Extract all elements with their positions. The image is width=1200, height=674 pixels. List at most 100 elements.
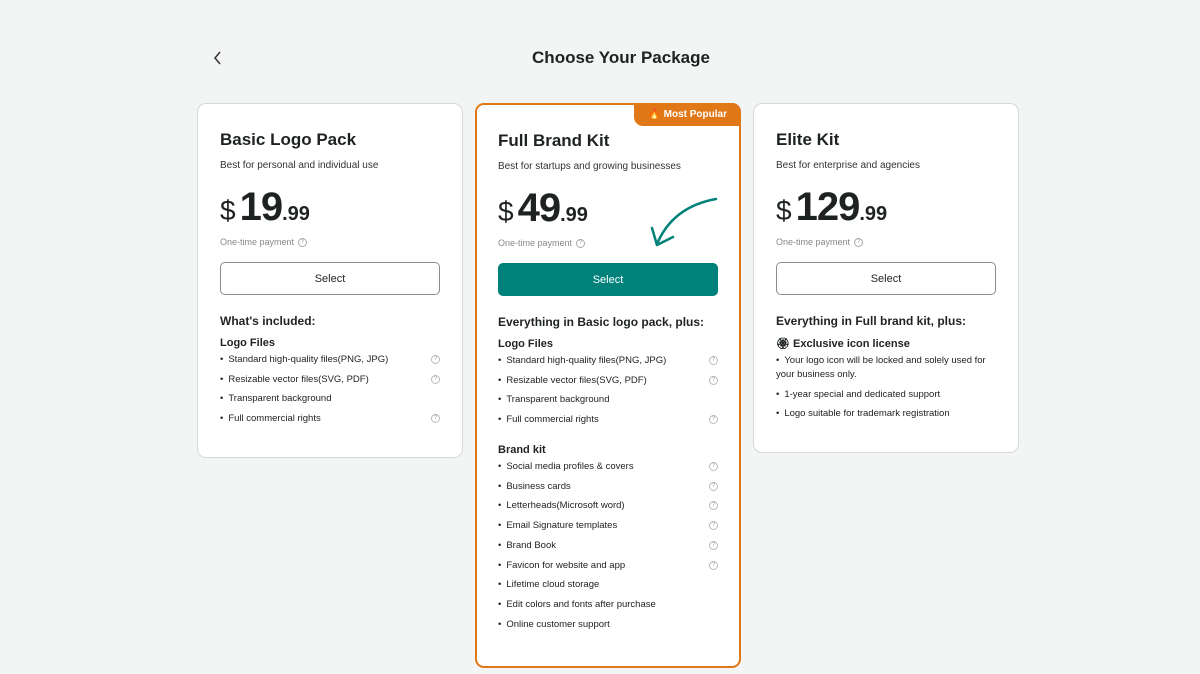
- feature-item: Business cards?: [498, 480, 718, 494]
- fire-icon: 🔥: [648, 109, 661, 120]
- select-button[interactable]: Select: [498, 263, 718, 296]
- help-icon[interactable]: ?: [709, 501, 718, 511]
- feature-text: Letterheads(Microsoft word): [498, 499, 624, 513]
- feature-text: Email Signature templates: [498, 519, 617, 533]
- plan-subtitle: Best for personal and individual use: [220, 160, 379, 171]
- feature-text: Social media profiles & covers: [498, 460, 633, 474]
- group-label: Brand kit: [498, 444, 546, 457]
- currency: $: [498, 196, 514, 227]
- plan-subtitle: Best for startups and growing businesses: [498, 161, 681, 172]
- feature-text: Transparent background: [220, 392, 331, 406]
- help-icon[interactable]: ?: [431, 355, 440, 364]
- feature-item: Edit colors and fonts after purchase: [498, 598, 718, 612]
- payment-note: One-time payment?: [220, 237, 440, 247]
- feature-text: Standard high-quality files(PNG, JPG): [498, 354, 666, 368]
- feature-list: Standard high-quality files(PNG, JPG)?Re…: [220, 353, 440, 426]
- group-label: Exclusive icon license: [793, 338, 910, 350]
- plan-name: Elite Kit: [776, 130, 840, 149]
- group-label: Logo Files: [220, 337, 275, 349]
- feature-list: Your logo icon will be locked and solely…: [776, 354, 996, 421]
- help-icon[interactable]: ?: [709, 560, 718, 570]
- feature-item: Online customer support: [498, 618, 718, 632]
- help-icon[interactable]: ?: [854, 237, 864, 247]
- help-icon[interactable]: ?: [431, 414, 440, 424]
- currency: $: [776, 195, 792, 226]
- plan-card-0: Basic Logo Pack Best for personal and in…: [197, 103, 463, 458]
- feature-item: Resizable vector files(SVG, PDF)?: [498, 374, 718, 388]
- feature-text: Logo suitable for trademark registration: [776, 407, 949, 421]
- help-icon[interactable]: ?: [709, 521, 718, 531]
- help-icon[interactable]: ?: [709, 415, 718, 425]
- help-icon[interactable]: ?: [431, 374, 440, 384]
- feature-text: Standard high-quality files(PNG, JPG): [220, 353, 388, 367]
- feature-text: Business cards: [498, 480, 570, 494]
- help-icon[interactable]: ?: [298, 237, 308, 247]
- price-dec: .99: [560, 204, 588, 226]
- plan-price: $19.99: [220, 185, 440, 229]
- feature-text: Favicon for website and app: [498, 559, 625, 573]
- group-label: Logo Files: [498, 338, 553, 350]
- feature-text: Full commercial rights: [498, 413, 598, 427]
- plan-card-2: Elite Kit Best for enterprise and agenci…: [753, 103, 1019, 453]
- price-int: 129: [795, 185, 861, 229]
- feature-group-title: Logo Files: [220, 337, 440, 349]
- feature-item: Full commercial rights?: [220, 412, 440, 426]
- feature-item: Favicon for website and app?: [498, 559, 718, 573]
- feature-item: Letterheads(Microsoft word)?: [498, 499, 718, 513]
- feature-item: Full commercial rights?: [498, 413, 718, 427]
- most-popular-badge: 🔥 Most Popular: [634, 103, 741, 126]
- feature-text: 1-year special and dedicated support: [776, 388, 940, 402]
- feature-text: Resizable vector files(SVG, PDF): [220, 373, 368, 387]
- feature-item: 1-year special and dedicated support: [776, 388, 996, 402]
- feature-item: Standard high-quality files(PNG, JPG)?: [220, 353, 440, 367]
- payment-label: One-time payment: [498, 238, 573, 248]
- plan-subtitle: Best for enterprise and agencies: [776, 160, 920, 171]
- plan-price: $129.99: [776, 185, 996, 229]
- feature-text: Your logo icon will be locked and solely…: [776, 354, 996, 382]
- payment-note: One-time payment?: [776, 237, 996, 247]
- select-button[interactable]: Select: [220, 262, 440, 295]
- price-int: 19: [239, 185, 283, 229]
- feature-list: Social media profiles & covers?Business …: [498, 460, 718, 632]
- feature-text: Full commercial rights: [220, 412, 320, 426]
- feature-item: Lifetime cloud storage: [498, 578, 718, 592]
- feature-group-title: Logo Files: [498, 338, 718, 350]
- page-title: Choose Your Package: [532, 48, 710, 67]
- feature-text: Transparent background: [498, 393, 609, 407]
- feature-item: Resizable vector files(SVG, PDF)?: [220, 373, 440, 387]
- help-icon[interactable]: ?: [709, 375, 718, 385]
- payment-label: One-time payment: [776, 237, 851, 247]
- feature-text: Online customer support: [498, 618, 610, 632]
- price-dec: .99: [282, 203, 310, 225]
- included-title: Everything in Full brand kit, plus:: [776, 314, 967, 328]
- help-icon[interactable]: ?: [709, 481, 718, 491]
- pointing-arrow-icon: [650, 197, 718, 247]
- feature-item: Logo suitable for trademark registration: [776, 407, 996, 421]
- plan-name: Basic Logo Pack: [220, 130, 357, 149]
- feature-item: Your logo icon will be locked and solely…: [776, 354, 996, 382]
- price-dec: .99: [859, 203, 888, 225]
- plan-card-1: 🔥 Most Popular Full Brand Kit Best for st…: [475, 103, 741, 668]
- feature-item: Brand Book?: [498, 539, 718, 553]
- help-icon[interactable]: ?: [576, 238, 586, 248]
- feature-item: Email Signature templates?: [498, 519, 718, 533]
- plan-name: Full Brand Kit: [498, 131, 610, 150]
- feature-text: Resizable vector files(SVG, PDF): [498, 374, 646, 388]
- feature-group-title: 🏵 Exclusive icon license: [776, 337, 996, 350]
- select-button[interactable]: Select: [776, 262, 996, 295]
- help-icon[interactable]: ?: [709, 540, 718, 550]
- award-icon: 🏵: [776, 338, 794, 350]
- price-int: 49: [517, 186, 561, 230]
- feature-item: Social media profiles & covers?: [498, 460, 718, 474]
- included-title: Everything in Basic logo pack, plus:: [498, 315, 705, 329]
- feature-list: Standard high-quality files(PNG, JPG)?Re…: [498, 354, 718, 427]
- feature-group-title: Brand kit: [498, 444, 718, 456]
- feature-text: Lifetime cloud storage: [498, 578, 599, 592]
- included-title: What's included:: [220, 314, 316, 328]
- help-icon[interactable]: ?: [709, 462, 718, 472]
- help-icon[interactable]: ?: [709, 356, 718, 365]
- feature-item: Standard high-quality files(PNG, JPG)?: [498, 354, 718, 368]
- feature-text: Edit colors and fonts after purchase: [498, 598, 655, 612]
- payment-label: One-time payment: [220, 237, 295, 247]
- feature-item: Transparent background: [498, 393, 718, 407]
